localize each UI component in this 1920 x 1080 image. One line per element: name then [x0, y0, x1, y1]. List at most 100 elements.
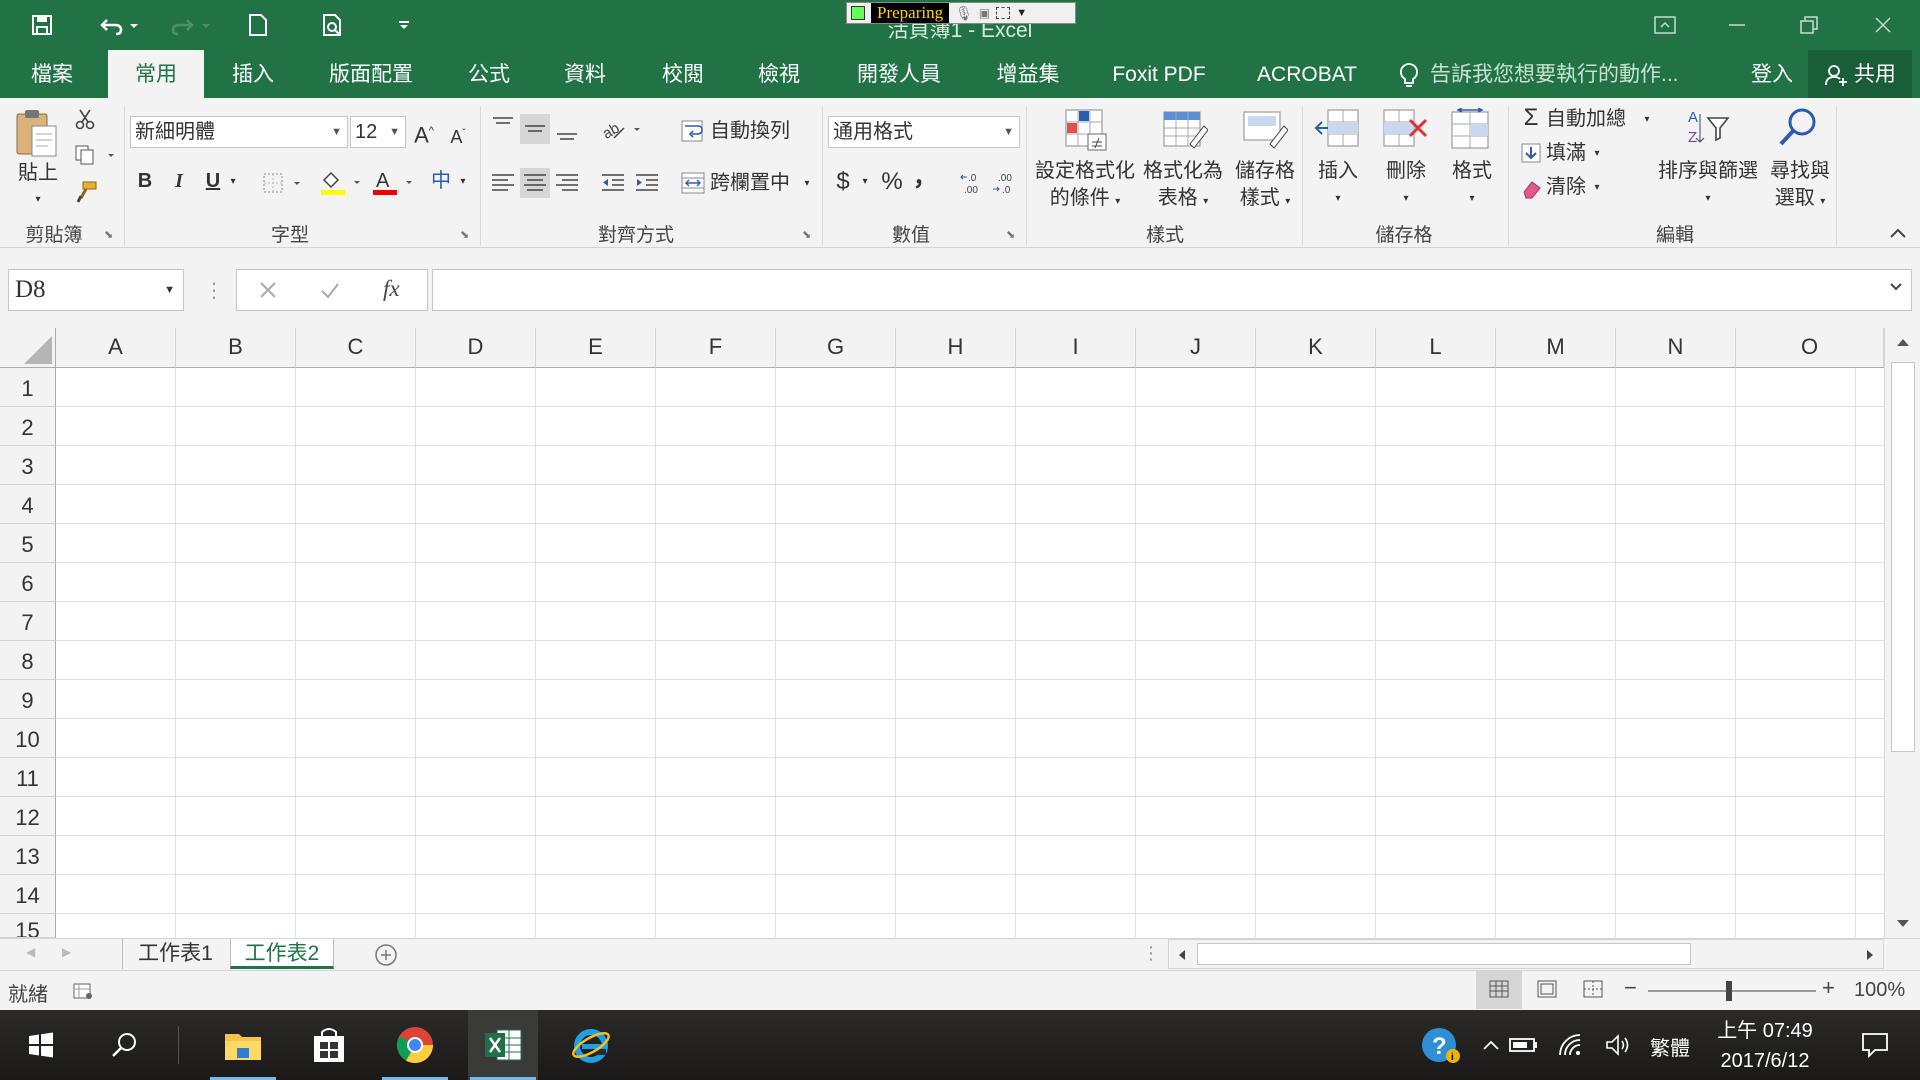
column-header[interactable]: H: [896, 328, 1016, 368]
currency-dropdown-icon[interactable]: ▾: [858, 168, 872, 195]
next-sheet-icon[interactable]: ▶: [62, 945, 71, 959]
minimize-icon[interactable]: [1702, 0, 1772, 50]
restore-icon[interactable]: [1774, 0, 1844, 50]
bold-button[interactable]: B: [132, 168, 158, 195]
camera-icon[interactable]: ▣: [979, 6, 990, 20]
underline-button[interactable]: U: [200, 168, 226, 195]
currency-button[interactable]: $: [830, 168, 856, 195]
number-format-combo[interactable]: 通用格式 ▼: [828, 116, 1020, 148]
conditional-formatting-button[interactable]: 設定格式化 的條件 ▾: [1032, 158, 1138, 215]
internet-explorer-icon[interactable]: [556, 1010, 626, 1080]
column-header[interactable]: M: [1496, 328, 1616, 368]
eraser-icon[interactable]: [1520, 178, 1542, 200]
insert-cells-icon[interactable]: [1314, 108, 1360, 152]
tab-page-layout[interactable]: 版面配置: [318, 50, 424, 98]
column-header[interactable]: D: [416, 328, 536, 368]
paste-icon[interactable]: [14, 108, 58, 160]
orientation-icon[interactable]: ab: [600, 118, 644, 142]
tab-splitter-icon[interactable]: ⋮: [1142, 943, 1160, 964]
tab-data[interactable]: 資料: [548, 50, 622, 98]
formula-input[interactable]: [432, 269, 1912, 311]
page-layout-view-button[interactable]: [1524, 971, 1570, 1009]
vertical-scroll-thumb[interactable]: [1891, 362, 1915, 752]
clear-dropdown-icon[interactable]: ▾: [1590, 174, 1604, 201]
find-select-button[interactable]: 尋找與 選取 ▾: [1762, 158, 1838, 215]
excel-taskbar-icon[interactable]: [468, 1010, 538, 1080]
scroll-down-icon[interactable]: [1895, 918, 1911, 930]
fill-button[interactable]: 填滿: [1546, 140, 1586, 167]
format-cells-button[interactable]: 格式 ▾: [1444, 158, 1500, 212]
prev-sheet-icon[interactable]: ◀: [26, 945, 35, 959]
format-painter-icon[interactable]: [74, 180, 98, 204]
tab-addins[interactable]: 增益集: [986, 50, 1070, 98]
column-header[interactable]: C: [296, 328, 416, 368]
format-cells-icon[interactable]: [1448, 108, 1494, 152]
insert-cells-button[interactable]: 插入 ▾: [1310, 158, 1366, 212]
column-header[interactable]: B: [176, 328, 296, 368]
recorder-menu-icon[interactable]: ▼: [1016, 7, 1027, 19]
find-icon[interactable]: [1776, 106, 1820, 150]
borders-icon[interactable]: [262, 172, 302, 194]
column-header[interactable]: L: [1376, 328, 1496, 368]
zoom-slider-thumb[interactable]: [1726, 981, 1732, 1001]
zoom-out-icon[interactable]: −: [1624, 975, 1637, 1001]
align-right-icon[interactable]: [552, 168, 582, 198]
autosum-dropdown-icon[interactable]: ▾: [1640, 106, 1654, 133]
tab-home[interactable]: 常用: [108, 50, 204, 98]
insert-function-button[interactable]: fx: [383, 276, 400, 302]
normal-view-button[interactable]: [1476, 971, 1522, 1009]
chrome-icon[interactable]: [380, 1010, 450, 1080]
row-header[interactable]: 1: [0, 368, 56, 407]
row-header[interactable]: 8: [0, 641, 56, 680]
align-left-icon[interactable]: [488, 168, 518, 198]
phonetic-guide-button[interactable]: 中: [428, 168, 454, 195]
row-header[interactable]: 12: [0, 797, 56, 836]
zoom-level[interactable]: 100%: [1854, 979, 1905, 1002]
sort-filter-icon[interactable]: AZ: [1686, 106, 1732, 150]
fill-color-icon[interactable]: [318, 168, 362, 196]
cell-area[interactable]: [56, 368, 1886, 938]
comma-style-button[interactable]: ，: [912, 164, 938, 191]
column-header[interactable]: E: [536, 328, 656, 368]
font-size-combo[interactable]: 12 ▼: [350, 116, 406, 148]
tab-acrobat[interactable]: ACROBAT: [1252, 50, 1362, 98]
name-box[interactable]: D8 ▼: [8, 269, 184, 311]
percent-button[interactable]: %: [878, 168, 906, 195]
fill-down-icon[interactable]: [1520, 142, 1542, 164]
microphone-icon[interactable]: 🎙: [955, 5, 973, 22]
scroll-right-icon[interactable]: [1865, 948, 1875, 962]
merge-center-button[interactable]: 跨欄置中: [710, 170, 790, 197]
vertical-scrollbar[interactable]: [1884, 328, 1920, 938]
sheet-tab-1[interactable]: 工作表1: [122, 939, 228, 969]
page-break-view-button[interactable]: [1570, 971, 1616, 1009]
autosum-icon[interactable]: Σ: [1520, 104, 1542, 131]
tab-review[interactable]: 校閱: [646, 50, 720, 98]
column-header[interactable]: K: [1256, 328, 1376, 368]
expand-formula-bar-icon[interactable]: [1889, 282, 1903, 292]
horizontal-scrollbar[interactable]: [1168, 939, 1884, 969]
format-as-table-icon[interactable]: [1162, 108, 1208, 152]
cell-styles-icon[interactable]: [1242, 108, 1288, 152]
merge-dropdown-icon[interactable]: ▾: [800, 170, 814, 197]
tab-view[interactable]: 檢視: [742, 50, 816, 98]
wrap-text-button[interactable]: 自動換列: [710, 118, 790, 145]
column-header[interactable]: A: [56, 328, 176, 368]
search-icon[interactable]: [90, 1010, 160, 1080]
align-top-icon[interactable]: [488, 114, 518, 144]
clear-button[interactable]: 清除: [1546, 174, 1586, 201]
new-sheet-icon[interactable]: [374, 943, 398, 967]
cell-styles-button[interactable]: 儲存格 樣式 ▾: [1230, 158, 1300, 215]
row-header[interactable]: 4: [0, 485, 56, 524]
sort-filter-button[interactable]: 排序與篩選 ▾: [1652, 158, 1764, 212]
zoom-slider[interactable]: [1648, 990, 1816, 992]
store-icon[interactable]: [294, 1010, 364, 1080]
decrease-indent-icon[interactable]: [598, 168, 628, 198]
row-header[interactable]: 6: [0, 563, 56, 602]
share-button[interactable]: 共用: [1808, 50, 1912, 98]
row-header[interactable]: 2: [0, 407, 56, 446]
start-icon[interactable]: [6, 1010, 76, 1080]
sign-in-link[interactable]: 登入: [1746, 50, 1798, 98]
number-launcher-icon[interactable]: ⬊: [1006, 228, 1015, 241]
cut-icon[interactable]: [74, 108, 96, 130]
ime-indicator[interactable]: 繁體: [1650, 1032, 1690, 1061]
